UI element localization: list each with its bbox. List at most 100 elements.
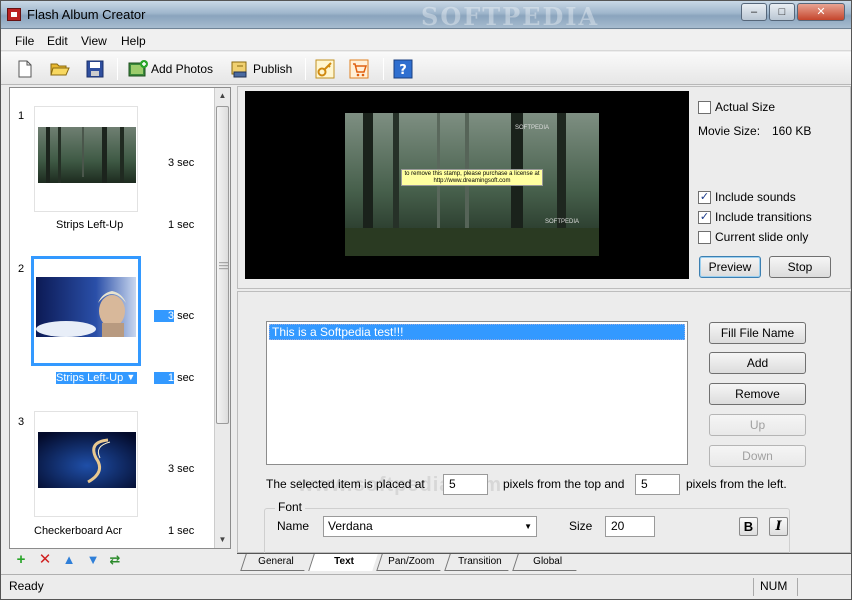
remove-button[interactable]: Remove (709, 383, 806, 405)
add-slide-icon[interactable]: + (13, 552, 29, 568)
fill-file-name-button[interactable]: Fill File Name (709, 322, 806, 344)
slide-caption-top: SOFTPEDIA (515, 125, 550, 131)
preview-canvas: SOFTPEDIA SOFTPEDIA to remove this stamp… (245, 91, 689, 279)
status-text: Ready (9, 579, 44, 593)
slide-caption-bottom: SOFTPEDIA (545, 219, 580, 225)
scroll-down-icon[interactable]: ▼ (215, 532, 230, 548)
chevron-down-icon: ▼ (524, 522, 532, 531)
slide-thumbnail-selected[interactable] (31, 256, 141, 366)
slide-duration[interactable]: 3 sec (168, 157, 194, 169)
slide-list[interactable]: 1 3 sec Strips Left-Up 1 sec 2 3 sec Str… (9, 87, 231, 549)
publish-button[interactable]: Publish (229, 57, 292, 81)
movie-size-value: 160 KB (772, 124, 812, 138)
app-window: Flash Album Creator SOFTPEDIA – □ ✕ File… (0, 0, 852, 600)
slide-number: 2 (18, 263, 25, 275)
buy-button[interactable] (349, 57, 369, 81)
move-down-icon[interactable]: ▼ (85, 552, 101, 568)
softpedia-watermark: SOFTPEDIA (421, 2, 600, 31)
tab-transition[interactable]: Transition (444, 554, 514, 571)
scrollbar-thumb[interactable]: — — — (216, 106, 229, 424)
status-cell-empty (797, 578, 847, 596)
minimize-button[interactable]: – (741, 3, 767, 21)
include-transitions-checkbox[interactable]: ✓ Include transitions (698, 210, 812, 224)
slide-transition[interactable]: Strips Left-Up (56, 219, 123, 231)
move-up-icon[interactable]: ▲ (61, 552, 77, 568)
transition-duration[interactable]: 1 sec (168, 525, 194, 537)
register-key-button[interactable] (315, 57, 335, 81)
top-offset-input[interactable]: 5 (443, 474, 488, 495)
new-document-icon (15, 59, 35, 79)
folder-open-icon (49, 59, 70, 79)
app-icon (7, 8, 21, 21)
menu-edit[interactable]: Edit (47, 34, 68, 48)
tab-bar: General Text Pan/Zoom Transition Global (237, 553, 851, 571)
publish-icon (229, 59, 249, 79)
checkmark-icon: ✓ (698, 190, 711, 204)
slide-thumbnail[interactable] (34, 411, 138, 517)
abstract-thumbnail (38, 432, 136, 488)
up-button[interactable]: Up (709, 414, 806, 436)
font-name-label: Name (277, 519, 310, 533)
font-size-label: Size (569, 519, 593, 533)
new-button[interactable] (15, 57, 35, 81)
status-bar: Ready NUM (1, 574, 851, 599)
text-items-list[interactable]: This is a Softpedia test!!! (266, 321, 688, 465)
stop-button[interactable]: Stop (769, 256, 831, 278)
menu-view[interactable]: View (81, 34, 107, 48)
publish-label: Publish (253, 62, 293, 76)
add-photos-button[interactable]: Add Photos (127, 57, 213, 81)
slide-number: 3 (18, 416, 25, 428)
menu-file[interactable]: File (15, 34, 34, 48)
include-sounds-checkbox[interactable]: ✓ Include sounds (698, 190, 796, 204)
font-name-select[interactable]: Verdana ▼ (323, 516, 537, 537)
scroll-up-icon[interactable]: ▲ (215, 88, 230, 104)
toolbar: Add Photos Publish ? (1, 52, 851, 85)
slide-thumbnail[interactable] (34, 106, 138, 212)
title-bar: Flash Album Creator SOFTPEDIA – □ ✕ (1, 1, 851, 31)
transition-duration[interactable]: 1 sec (168, 219, 194, 231)
tab-global[interactable]: Global (512, 554, 582, 571)
font-size-input[interactable]: 20 (605, 516, 655, 537)
dropdown-arrow-icon[interactable]: ▼ (126, 372, 135, 382)
help-button[interactable]: ? (393, 57, 413, 81)
down-button[interactable]: Down (709, 445, 806, 467)
maximize-button[interactable]: □ (769, 3, 795, 21)
preview-panel: SOFTPEDIA SOFTPEDIA to remove this stamp… (237, 86, 851, 289)
svg-text:?: ? (399, 63, 407, 78)
grip-icon: — — — (219, 257, 228, 273)
add-photos-label: Add Photos (151, 62, 214, 76)
menu-bar: File Edit View Help (1, 30, 851, 51)
slide-duration[interactable]: 3 sec (168, 463, 194, 475)
help-icon: ? (393, 59, 413, 79)
window-title: Flash Album Creator (27, 7, 146, 22)
checkbox-icon (698, 230, 711, 244)
add-button[interactable]: Add (709, 352, 806, 374)
close-button[interactable]: ✕ (797, 3, 845, 21)
list-item[interactable]: This is a Softpedia test!!! (269, 324, 685, 340)
tab-text[interactable]: Text (308, 554, 378, 571)
open-button[interactable] (49, 57, 70, 81)
key-icon (315, 59, 335, 79)
movie-size-label: Movie Size: (698, 124, 761, 138)
slide-list-scrollbar[interactable]: ▲ — — — ▼ (214, 88, 230, 548)
menu-help[interactable]: Help (121, 34, 146, 48)
text-editor-panel: This is a Softpedia test!!! Fill File Na… (237, 291, 851, 568)
shuffle-icon[interactable]: ⇄ (107, 552, 123, 568)
delete-slide-icon[interactable]: ✕ (37, 552, 53, 568)
add-photos-icon (127, 59, 148, 79)
slide-transition-selected[interactable]: Strips Left-Up ▼ (56, 372, 138, 384)
bold-button[interactable]: B (739, 517, 758, 536)
current-slide-only-checkbox[interactable]: Current slide only (698, 230, 808, 244)
slide-duration[interactable]: 3 sec (154, 310, 194, 322)
transition-duration[interactable]: 1 sec (154, 372, 194, 384)
actual-size-checkbox[interactable]: Actual Size (698, 100, 775, 114)
save-button[interactable] (85, 57, 105, 81)
italic-button[interactable]: I (769, 517, 788, 536)
left-offset-input[interactable]: 5 (635, 474, 680, 495)
preview-button[interactable]: Preview (699, 256, 761, 278)
tab-general[interactable]: General (240, 554, 310, 571)
font-group-label: Font (275, 500, 306, 514)
checkbox-icon (698, 100, 711, 114)
slide-transition[interactable]: Checkerboard Acr (34, 525, 122, 537)
tab-pan-zoom[interactable]: Pan/Zoom (376, 554, 446, 571)
